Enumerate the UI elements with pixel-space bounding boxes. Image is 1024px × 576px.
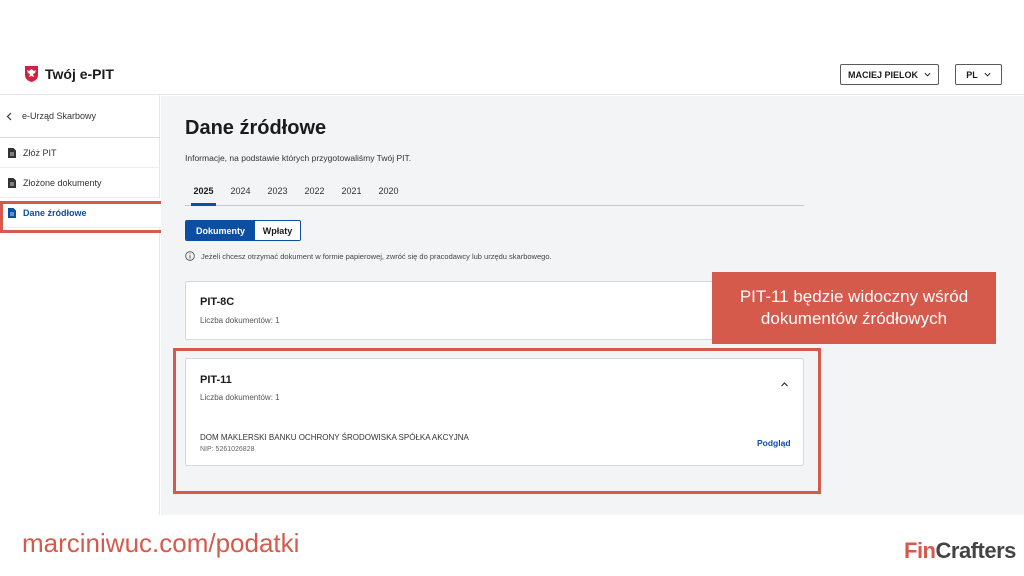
card-count: Liczba dokumentów: 1 [200,316,280,325]
language-select[interactable]: PL [955,64,1002,85]
app-name: Twój e-PIT [45,66,114,82]
sidebar-highlight-box [0,201,166,233]
tab-year-2024[interactable]: 2024 [222,179,259,205]
sidebar-item-zlozone-dokumenty[interactable]: Złożone dokumenty [0,168,160,198]
user-menu-button[interactable]: MACIEJ PIELOK [840,64,939,85]
sidebar-back-label: e-Urząd Skarbowy [22,111,97,121]
eagle-emblem-icon [25,66,38,82]
info-notice: Jeżeli chcesz otrzymać dokument w formie… [185,251,552,261]
card-title: PIT-8C [200,296,235,308]
tab-year-2021[interactable]: 2021 [333,179,370,205]
tab-year-2025[interactable]: 2025 [185,179,222,206]
annotation-callout: PIT-11 będzie widoczny wśród dokumentów … [712,272,996,344]
info-text: Jeżeli chcesz otrzymać dokument w formie… [201,251,552,261]
sidebar-item-label: Złóż PIT [23,147,57,158]
document-type-toggle: Dokumenty Wpłaty [185,220,301,241]
user-name-label: MACIEJ PIELOK [847,69,918,80]
sidebar-item-zloz-pit[interactable]: Złóż PIT [0,138,160,168]
page-description: Informacje, na podstawie których przygot… [185,153,412,163]
chevron-down-icon [984,72,991,77]
footer-url: marciniwuc.com/podatki [22,528,300,558]
sidebar-back-link[interactable]: e-Urząd Skarbowy [0,95,160,138]
app-logo[interactable]: Twój e-PIT [24,65,114,83]
year-tabs: 2025 2024 2023 2022 2021 2020 [185,179,804,206]
brand-logo: FinCrafters [904,538,1016,564]
brand-part-crafters: Crafters [935,538,1017,563]
top-header: Twój e-PIT MACIEJ PIELOK PL [0,55,1024,95]
sidebar: e-Urząd Skarbowy Złóż PIT Złożone dokume… [0,95,160,515]
info-icon [185,251,195,261]
pit-11-highlight-box [173,348,821,494]
chevron-left-icon [6,112,12,120]
tab-year-2020[interactable]: 2020 [370,179,407,205]
tab-year-2022[interactable]: 2022 [296,179,333,205]
page-title: Dane źródłowe [185,117,327,139]
document-icon [8,177,16,188]
language-label: PL [966,69,978,80]
brand-part-fin: Fin [904,538,936,563]
chevron-down-icon [924,72,931,77]
segment-wplaty[interactable]: Wpłaty [255,221,300,240]
tab-year-2023[interactable]: 2023 [259,179,296,205]
sidebar-item-label: Złożone dokumenty [23,177,102,188]
document-icon [8,147,16,158]
segment-dokumenty[interactable]: Dokumenty [186,221,255,240]
